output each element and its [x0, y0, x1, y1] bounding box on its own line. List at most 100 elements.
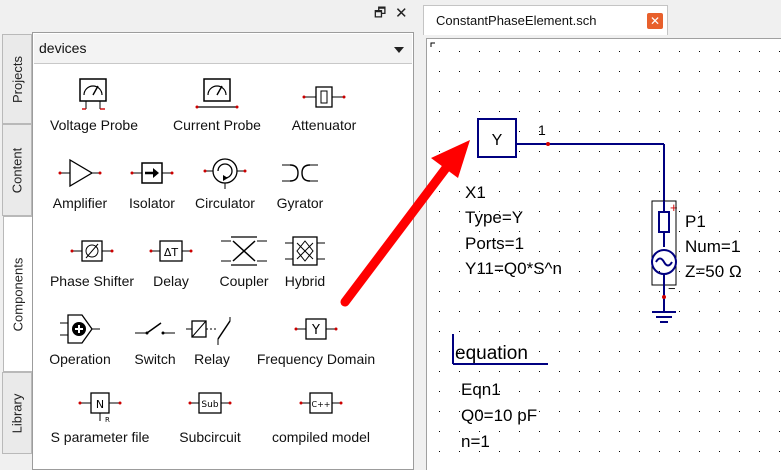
tab-label: Components	[10, 257, 26, 331]
component-label: Delay	[153, 273, 189, 289]
component-current-probe[interactable]: Current Probe	[158, 77, 276, 133]
components-panel: devices Voltage Probe Current Probe Atte…	[32, 32, 414, 470]
equation-n[interactable]: n=1	[461, 432, 490, 451]
voltage-probe-icon	[79, 78, 107, 110]
component-label: Current Probe	[173, 117, 261, 133]
tab-projects[interactable]: Projects	[2, 34, 32, 124]
tab-library[interactable]: Library	[2, 372, 32, 454]
component-switch[interactable]: Switch	[126, 311, 184, 367]
component-label: Frequency Domain	[256, 351, 376, 367]
subcircuit-icon: Sub	[188, 392, 232, 414]
component-label: Phase Shifter	[49, 273, 135, 289]
subcircuit-symbol: Sub	[201, 400, 218, 410]
component-voltage-probe[interactable]: Voltage Probe	[42, 77, 146, 133]
tab-label: Library	[9, 393, 25, 433]
x1-pin	[546, 142, 550, 146]
component-label: S parameter file	[50, 429, 150, 445]
component-subcircuit[interactable]: Sub Subcircuit	[166, 389, 254, 445]
category-select-value: devices	[39, 40, 87, 56]
x1-pin-label: 1	[538, 122, 546, 138]
document-tabbar: ConstantPhaseElement.sch ✕	[416, 0, 781, 38]
component-label: Gyrator	[276, 195, 324, 211]
component-phase-shifter[interactable]: Phase Shifter	[40, 233, 144, 289]
component-label: Attenuator	[291, 117, 357, 133]
component-label: Isolator	[129, 195, 175, 211]
x1-type[interactable]: Type=Y	[465, 208, 523, 227]
operation-icon	[60, 314, 100, 344]
frequency-domain-symbol: Y	[311, 323, 320, 338]
float-icon[interactable]: 🗗	[374, 7, 388, 21]
compiled-model-symbol: C++	[312, 400, 331, 409]
tab-content[interactable]: Content	[2, 124, 32, 216]
app-window: 🗗 ✕ Projects Content Components Library …	[0, 0, 781, 470]
gyrator-icon	[282, 164, 318, 182]
component-label: Voltage Probe	[50, 117, 138, 133]
component-grid: Voltage Probe Current Probe Attenuator A…	[34, 67, 412, 467]
equation-name[interactable]: Eqn1	[461, 380, 501, 399]
dock-titlebar: 🗗 ✕	[0, 0, 416, 30]
x1-block-symbol: Y	[492, 132, 503, 149]
s-parameter-symbol: N	[96, 398, 104, 411]
relay-icon	[186, 317, 231, 345]
component-circulator[interactable]: Circulator	[186, 155, 264, 211]
component-frequency-domain[interactable]: Y Frequency Domain	[246, 311, 386, 367]
vertical-tabs: Projects Content Components Library	[0, 32, 33, 470]
chevron-down-icon	[394, 47, 404, 53]
category-select[interactable]: devices	[34, 34, 412, 64]
coupler-icon	[221, 236, 267, 266]
component-label: Circulator	[195, 195, 255, 211]
component-amplifier[interactable]: Amplifier	[40, 155, 120, 211]
components-dock: 🗗 ✕ Projects Content Components Library …	[0, 0, 416, 470]
amplifier-icon	[58, 158, 102, 188]
component-delay[interactable]: ΔT Delay	[146, 233, 196, 289]
component-hybrid[interactable]: Hybrid	[278, 233, 332, 289]
schematic-canvas[interactable]: Y 1 + − X1 Type=Y Ports=1 Y11=Q0*S^n P1 …	[426, 38, 781, 470]
attenuator-icon	[302, 86, 346, 108]
component-gyrator[interactable]: Gyrator	[268, 155, 332, 211]
circulator-icon	[203, 158, 247, 189]
x1-ports[interactable]: Ports=1	[465, 234, 524, 253]
component-label: Operation	[49, 351, 111, 367]
component-coupler[interactable]: Coupler	[210, 233, 278, 289]
switch-icon	[135, 322, 175, 335]
component-operation[interactable]: Operation	[40, 311, 120, 367]
delay-symbol: ΔT	[164, 246, 179, 259]
x1-name[interactable]: X1	[465, 183, 486, 202]
component-isolator[interactable]: Isolator	[120, 155, 184, 211]
frequency-domain-icon: Y	[294, 318, 338, 340]
component-label: Switch	[134, 351, 176, 367]
component-label: Subcircuit	[179, 429, 241, 445]
port-resistor	[658, 211, 670, 233]
component-label: compiled model	[271, 429, 371, 445]
component-relay[interactable]: Relay	[182, 311, 242, 367]
component-s-parameter-file[interactable]: N R S parameter file	[40, 389, 160, 445]
schematic-drawing: Y 1 + − X1 Type=Y Ports=1 Y11=Q0*S^n P1 …	[430, 42, 780, 452]
s-parameter-file-icon: N R	[78, 392, 122, 424]
tab-components[interactable]: Components	[3, 216, 33, 372]
current-probe-icon	[195, 78, 239, 109]
x1-param[interactable]: Y11=Q0*S^n	[465, 259, 562, 278]
port-name[interactable]: P1	[685, 212, 706, 231]
phase-shifter-icon	[70, 240, 114, 262]
tab-label: Content	[9, 147, 25, 193]
hybrid-icon	[285, 236, 325, 266]
document-tab-label: ConstantPhaseElement.sch	[436, 13, 597, 28]
component-compiled-model[interactable]: C++ compiled model	[258, 389, 384, 445]
port-num[interactable]: Num=1	[685, 237, 740, 256]
compiled-model-icon: C++	[299, 392, 343, 414]
component-label: Relay	[194, 351, 230, 367]
close-tab-icon[interactable]: ✕	[647, 13, 663, 29]
component-label: Hybrid	[284, 273, 326, 289]
port-minus-label: −	[668, 281, 676, 296]
component-label: Amplifier	[52, 195, 108, 211]
component-attenuator[interactable]: Attenuator	[280, 77, 368, 133]
tab-constantphaseelement[interactable]: ConstantPhaseElement.sch ✕	[423, 5, 668, 35]
close-icon[interactable]: ✕	[395, 5, 409, 21]
equation-q0[interactable]: Q0=10 pF	[461, 406, 537, 425]
isolator-icon	[130, 162, 174, 184]
tab-label: Projects	[9, 55, 25, 103]
equation-title[interactable]: equation	[455, 343, 528, 364]
port-impedance[interactable]: Z=50 Ω	[685, 262, 742, 281]
delay-icon: ΔT	[149, 240, 193, 262]
s-parameter-ref-symbol: R	[105, 416, 110, 424]
